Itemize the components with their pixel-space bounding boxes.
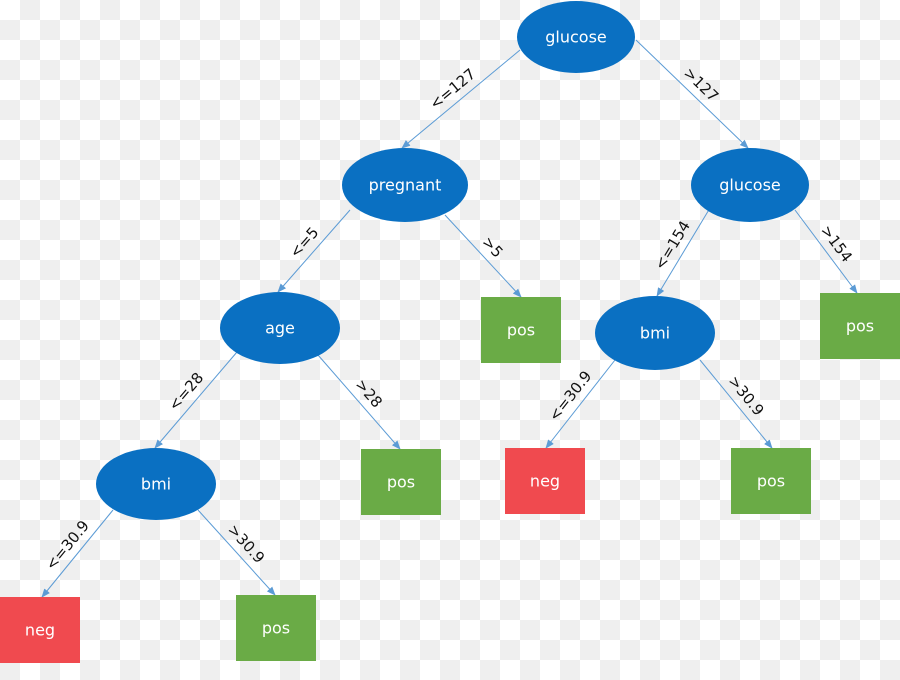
leaf-node-pos: pos bbox=[361, 449, 441, 515]
tree-edge: >28 bbox=[317, 354, 401, 450]
decision-tree: <=127 >127 <=5 >5 <=154 >154 <=28 >28 <=30.9 >30.… bbox=[0, 1, 900, 663]
tree-edge: >127 bbox=[635, 39, 749, 149]
edge-condition-label: <=30.9 bbox=[545, 367, 595, 424]
node-label: pos bbox=[757, 472, 785, 491]
leaf-node-neg: neg bbox=[0, 597, 80, 663]
node-label: neg bbox=[25, 621, 55, 640]
decision-node: glucose bbox=[691, 148, 809, 222]
node-label: pos bbox=[846, 317, 874, 336]
node-label: bmi bbox=[640, 324, 670, 343]
edge-condition-label: >154 bbox=[817, 222, 856, 266]
node-label: pregnant bbox=[369, 176, 442, 195]
edge-condition-label: >28 bbox=[352, 376, 386, 412]
leaf-node-pos: pos bbox=[820, 293, 900, 359]
leaf-node-neg: neg bbox=[505, 448, 585, 514]
decision-node: bmi bbox=[595, 296, 715, 370]
node-label: age bbox=[265, 319, 295, 338]
tree-edge: <=5 bbox=[277, 209, 351, 293]
tree-edge: <=30.9 bbox=[41, 509, 114, 598]
leaf-node-pos: pos bbox=[731, 448, 811, 514]
decision-node: glucose bbox=[517, 1, 635, 73]
decision-node: age bbox=[220, 292, 340, 364]
node-label: bmi bbox=[141, 475, 171, 494]
tree-edge: <=154 bbox=[651, 207, 711, 297]
node-label: pos bbox=[387, 473, 415, 492]
edge-condition-label: <=5 bbox=[286, 223, 322, 261]
edge-arrow bbox=[401, 49, 521, 149]
tree-edge: >30.9 bbox=[699, 359, 773, 449]
decision-node: pregnant bbox=[342, 148, 468, 222]
edge-condition-label: <=28 bbox=[165, 369, 207, 414]
edge-condition-label: >127 bbox=[680, 64, 722, 106]
tree-edge: >154 bbox=[794, 209, 858, 294]
tree-edge: <=127 bbox=[401, 49, 521, 149]
node-label: pos bbox=[507, 321, 535, 340]
tree-edge: <=30.9 bbox=[545, 359, 616, 449]
node-label: pos bbox=[262, 619, 290, 638]
tree-edge: <=28 bbox=[154, 351, 238, 449]
decision-node: bmi bbox=[96, 448, 216, 520]
edge-arrow bbox=[635, 39, 749, 149]
edge-arrow bbox=[444, 214, 522, 298]
edge-condition-label: >30.9 bbox=[224, 521, 268, 567]
node-label: neg bbox=[530, 472, 560, 491]
edge-condition-label: >5 bbox=[478, 233, 506, 261]
tree-edge: >30.9 bbox=[197, 509, 276, 596]
leaf-node-pos: pos bbox=[236, 595, 316, 661]
node-label: glucose bbox=[545, 28, 607, 47]
leaf-node-pos: pos bbox=[481, 297, 561, 363]
node-label: glucose bbox=[719, 176, 781, 195]
edge-arrow bbox=[317, 354, 401, 450]
tree-edge: >5 bbox=[444, 214, 522, 298]
edge-condition-label: >30.9 bbox=[725, 372, 768, 419]
